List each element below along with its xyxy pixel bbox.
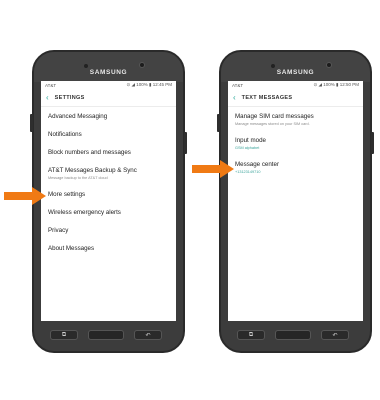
item-label: Block numbers and messages — [48, 149, 131, 157]
list-item-input-mode[interactable]: Input mode GSM alphabet — [228, 132, 363, 156]
page-title: SETTINGS — [54, 94, 85, 101]
phone-bottom-bezel: ⧉ ↶ — [34, 321, 183, 351]
power-button — [371, 132, 374, 154]
recent-apps-icon[interactable]: ⧉ — [50, 330, 78, 340]
page-title: TEXT MESSAGES — [241, 94, 293, 101]
left-phone: SAMSUNG AT&T ⊙ ◢ 100% ▮ 12:45 PM ‹ SETTI… — [30, 50, 187, 353]
carrier-label: AT&T — [232, 82, 244, 88]
item-label: Input mode — [235, 137, 266, 145]
front-camera-icon — [139, 62, 145, 68]
item-label: More settings — [48, 191, 86, 199]
nav-back-icon[interactable]: ↶ — [134, 330, 162, 340]
list-item-about-messages[interactable]: About Messages — [41, 240, 176, 258]
list-item-notifications[interactable]: Notifications — [41, 126, 176, 144]
phone-top-bezel: SAMSUNG — [34, 52, 183, 82]
item-label: Notifications — [48, 131, 82, 139]
text-messages-list: Manage SIM card messages Manage messages… — [228, 107, 363, 180]
item-label: AT&T Messages Backup & Sync — [48, 167, 137, 175]
item-subtitle: Manage messages stored on your SIM card. — [235, 122, 310, 127]
phone-screen: AT&T ⊙ ◢ 100% ▮ 12:45 PM ‹ SETTINGS Adva… — [41, 81, 176, 321]
power-button — [184, 132, 187, 154]
back-arrow-icon[interactable]: ‹ — [233, 93, 236, 102]
phone-top-bezel: SAMSUNG — [221, 52, 370, 82]
back-arrow-icon[interactable]: ‹ — [46, 93, 49, 102]
app-bar: ‹ SETTINGS — [41, 89, 176, 107]
app-bar: ‹ TEXT MESSAGES — [228, 89, 363, 107]
list-item-backup-sync[interactable]: AT&T Messages Backup & Sync Message back… — [41, 162, 176, 186]
status-bar: AT&T ⊙ ◢ 100% ▮ 12:50 PM — [228, 81, 363, 89]
item-label: Advanced Messaging — [48, 113, 108, 121]
list-item-emergency-alerts[interactable]: Wireless emergency alerts — [41, 204, 176, 222]
item-subtitle: Message backup to the AT&T cloud — [48, 176, 108, 181]
home-button[interactable] — [88, 330, 124, 340]
proximity-sensor — [271, 64, 275, 68]
front-camera-icon — [326, 62, 332, 68]
status-icons: ⊙ ◢ 100% ▮ 12:45 PM — [126, 82, 172, 87]
item-label: Privacy — [48, 227, 69, 235]
settings-list: Advanced Messaging Notifications Block n… — [41, 107, 176, 258]
proximity-sensor — [84, 64, 88, 68]
list-item-more-settings[interactable]: More settings — [41, 186, 176, 204]
item-label: About Messages — [48, 245, 95, 253]
list-item-manage-sim[interactable]: Manage SIM card messages Manage messages… — [228, 108, 363, 132]
phone-bottom-bezel: ⧉ ↶ — [221, 321, 370, 351]
brand-logo: SAMSUNG — [276, 69, 315, 76]
home-button[interactable] — [275, 330, 311, 340]
recent-apps-icon[interactable]: ⧉ — [237, 330, 265, 340]
status-bar: AT&T ⊙ ◢ 100% ▮ 12:45 PM — [41, 81, 176, 89]
list-item-privacy[interactable]: Privacy — [41, 222, 176, 240]
item-label: Manage SIM card messages — [235, 113, 314, 121]
volume-button — [30, 114, 33, 132]
list-item-block-numbers[interactable]: Block numbers and messages — [41, 144, 176, 162]
item-label: Message center — [235, 161, 280, 169]
item-subtitle: +13123149710 — [235, 170, 261, 175]
item-label: Wireless emergency alerts — [48, 209, 121, 217]
right-phone: SAMSUNG AT&T ⊙ ◢ 100% ▮ 12:50 PM ‹ TEXT … — [217, 50, 374, 353]
list-item-advanced-messaging[interactable]: Advanced Messaging — [41, 108, 176, 126]
list-item-message-center[interactable]: Message center +13123149710 — [228, 156, 363, 180]
pointer-arrow-icon — [192, 160, 234, 178]
volume-button — [217, 114, 220, 132]
status-icons: ⊙ ◢ 100% ▮ 12:50 PM — [313, 82, 359, 87]
nav-back-icon[interactable]: ↶ — [321, 330, 349, 340]
pointer-arrow-icon — [4, 187, 46, 205]
phone-screen: AT&T ⊙ ◢ 100% ▮ 12:50 PM ‹ TEXT MESSAGES… — [228, 81, 363, 321]
carrier-label: AT&T — [45, 82, 57, 88]
brand-logo: SAMSUNG — [89, 69, 128, 76]
item-subtitle: GSM alphabet — [235, 146, 260, 151]
